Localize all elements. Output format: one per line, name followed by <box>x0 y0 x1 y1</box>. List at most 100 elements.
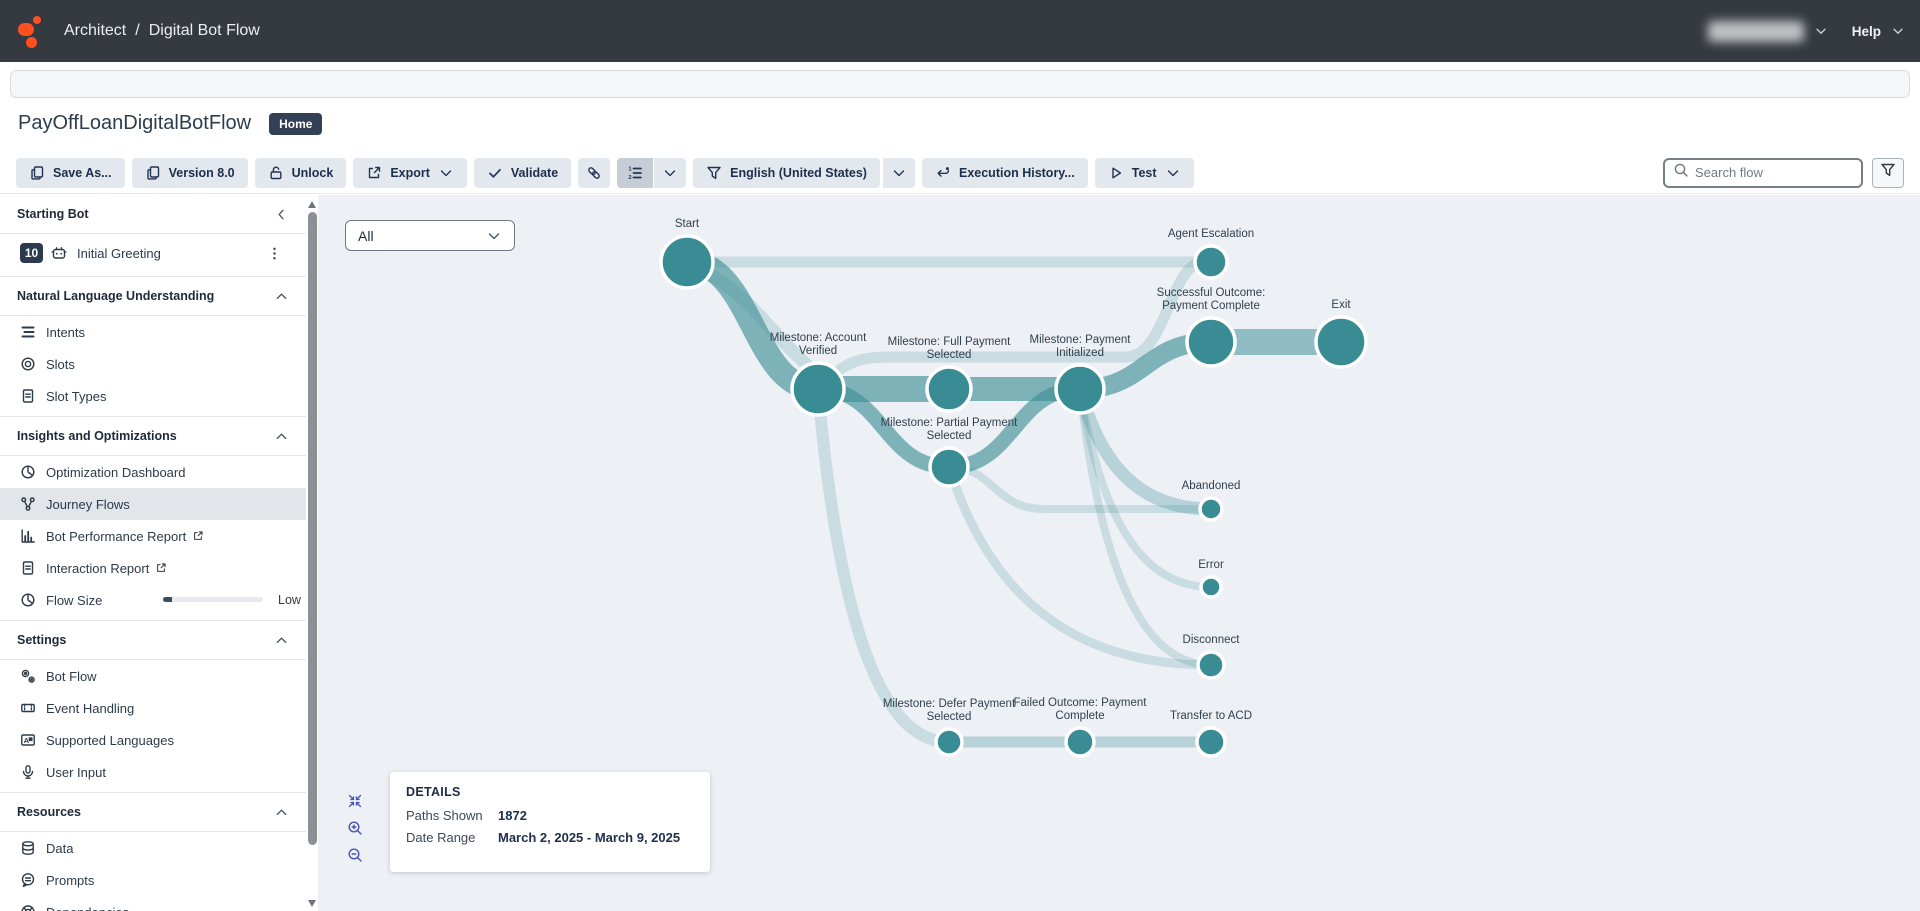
search-flow-input[interactable] <box>1695 165 1845 180</box>
home-badge[interactable]: Home <box>269 113 322 135</box>
kebab-menu-icon[interactable] <box>267 246 282 261</box>
chevron-down-icon <box>891 165 907 181</box>
scrollbar-thumb[interactable] <box>308 212 317 845</box>
breadcrumb-app[interactable]: Architect <box>64 22 126 40</box>
flow-node-label: Agent Escalation <box>1168 228 1254 240</box>
flow-node-success[interactable] <box>1187 318 1235 366</box>
pie-icon <box>20 592 36 608</box>
flow-node-failed[interactable] <box>1066 728 1094 756</box>
sidebar-item-label: Prompts <box>46 873 94 888</box>
sidebar-item-supported-languages[interactable]: A Supported Languages <box>0 724 306 756</box>
flow-node-abandoned[interactable] <box>1200 498 1222 520</box>
sidebar-item-dependencies[interactable]: Dependencies <box>0 896 306 911</box>
flow-node-error[interactable] <box>1201 577 1221 597</box>
date-range-value: March 2, 2025 - March 9, 2025 <box>498 830 680 845</box>
save-as-button[interactable]: Save As... <box>16 158 125 188</box>
test-button[interactable]: Test <box>1095 158 1194 188</box>
flow-node-full[interactable] <box>927 367 971 411</box>
flow-node-label: Error <box>1198 559 1224 571</box>
validate-button[interactable]: Validate <box>474 158 571 188</box>
export-button[interactable]: Export <box>353 158 467 188</box>
sidebar-item-label: Supported Languages <box>46 733 174 748</box>
fit-to-screen-icon[interactable] <box>347 793 363 809</box>
sidebar-item-slots[interactable]: Slots <box>0 348 306 380</box>
sidebar-item-interaction-report[interactable]: Interaction Report <box>0 552 306 584</box>
user-menu-masked[interactable] <box>1708 21 1804 42</box>
sidebar-item-bot-flow[interactable]: Bot Flow <box>0 660 306 692</box>
version-button[interactable]: Version 8.0 <box>132 158 248 188</box>
flow-node-exit[interactable] <box>1316 317 1366 367</box>
date-range-label: Date Range <box>406 830 498 845</box>
zoom-out-icon[interactable] <box>347 847 363 863</box>
copy-icon <box>145 165 161 181</box>
chevron-up-icon[interactable] <box>274 289 289 304</box>
flow-node-transfer[interactable] <box>1197 728 1225 756</box>
flow-node-label: Start <box>675 218 700 230</box>
scroll-up-icon[interactable] <box>308 201 316 208</box>
unlock-button[interactable]: Unlock <box>255 158 347 188</box>
scroll-down-icon[interactable] <box>308 900 316 907</box>
flow-node-label: Verified <box>799 345 837 357</box>
sidebar-item-label: Data <box>46 841 73 856</box>
flow-node-disconnect[interactable] <box>1198 652 1224 678</box>
ticket-icon <box>20 700 36 716</box>
external-link-icon <box>155 562 167 574</box>
sidebar-item-data[interactable]: Data <box>0 832 306 864</box>
flow-node-start[interactable] <box>661 236 713 288</box>
list-view-dropdown-button[interactable] <box>654 158 686 188</box>
chevron-down-icon <box>438 165 454 181</box>
sidebar-item-user-input[interactable]: User Input <box>0 756 306 788</box>
sidebar-item-label: Slots <box>46 357 75 372</box>
flow-node-partial[interactable] <box>930 448 968 486</box>
flow-node-label: Failed Outcome: Payment <box>1014 697 1148 709</box>
sidebar-item-event-handling[interactable]: Event Handling <box>0 692 306 724</box>
sidebar-item-initial-greeting[interactable]: 10Initial Greeting <box>0 234 306 272</box>
sidebar-item-journey-flows[interactable]: Journey Flows <box>0 488 306 520</box>
help-menu[interactable]: Help <box>1852 24 1881 39</box>
chevron-up-icon[interactable] <box>274 429 289 444</box>
sidebar-item-prompts[interactable]: Prompts <box>0 864 306 896</box>
zoom-in-icon[interactable] <box>347 820 363 836</box>
slots-icon <box>20 356 36 372</box>
copy-link-button[interactable] <box>578 158 610 188</box>
mic-icon <box>20 764 36 780</box>
user-menu-chevron-down-icon[interactable] <box>1814 24 1828 38</box>
chevron-up-icon[interactable] <box>274 633 289 648</box>
doc-icon <box>20 388 36 404</box>
flow-node-defer[interactable] <box>936 729 962 755</box>
flow-node-label: Abandoned <box>1182 480 1241 492</box>
filter-button[interactable] <box>1872 158 1904 188</box>
execution-history-button[interactable]: Execution History... <box>922 158 1088 188</box>
flow-node-agent[interactable] <box>1195 246 1227 278</box>
flow-node-account[interactable] <box>792 363 844 415</box>
section-title: Settings <box>17 633 66 647</box>
language-dropdown-button[interactable] <box>883 158 915 188</box>
sidebar-scrollbar[interactable] <box>306 195 318 911</box>
flow-node-label: Milestone: Full Payment <box>888 336 1012 348</box>
lang-icon: A <box>20 732 36 748</box>
breadcrumb-separator: / <box>135 22 139 40</box>
sidebar-item-flow-size[interactable]: Flow SizeLow <box>0 584 306 616</box>
section-header-settings: Settings <box>0 621 306 659</box>
flow-node-pinit[interactable] <box>1056 365 1104 413</box>
sidebar-item-label: Optimization Dashboard <box>46 465 185 480</box>
doc-icon <box>20 560 36 576</box>
svg-text:2: 2 <box>629 175 632 181</box>
help-chevron-down-icon[interactable] <box>1891 24 1905 38</box>
collapse-panel-icon[interactable] <box>274 207 289 222</box>
sidebar-item-optimization-dashboard[interactable]: Optimization Dashboard <box>0 456 306 488</box>
language-button[interactable]: English (United States) <box>693 158 880 188</box>
sidebar-item-slot-types[interactable]: Slot Types <box>0 380 306 412</box>
unlock-icon <box>268 165 284 181</box>
flow-size-meter <box>163 597 263 602</box>
details-title: DETAILS <box>406 785 694 799</box>
sidebar-item-bot-performance-report[interactable]: Bot Performance Report <box>0 520 306 552</box>
sidebar-item-intents[interactable]: Intents <box>0 316 306 348</box>
ordered-list-view-button[interactable]: 12 <box>617 158 653 188</box>
bot-icon <box>51 245 67 261</box>
chevron-up-icon[interactable] <box>274 805 289 820</box>
sidebar-item-label: User Input <box>46 765 106 780</box>
network-icon <box>20 496 36 512</box>
section-header-starting-bot: Starting Bot <box>0 195 306 233</box>
path-filter-select[interactable]: All <box>345 220 515 251</box>
